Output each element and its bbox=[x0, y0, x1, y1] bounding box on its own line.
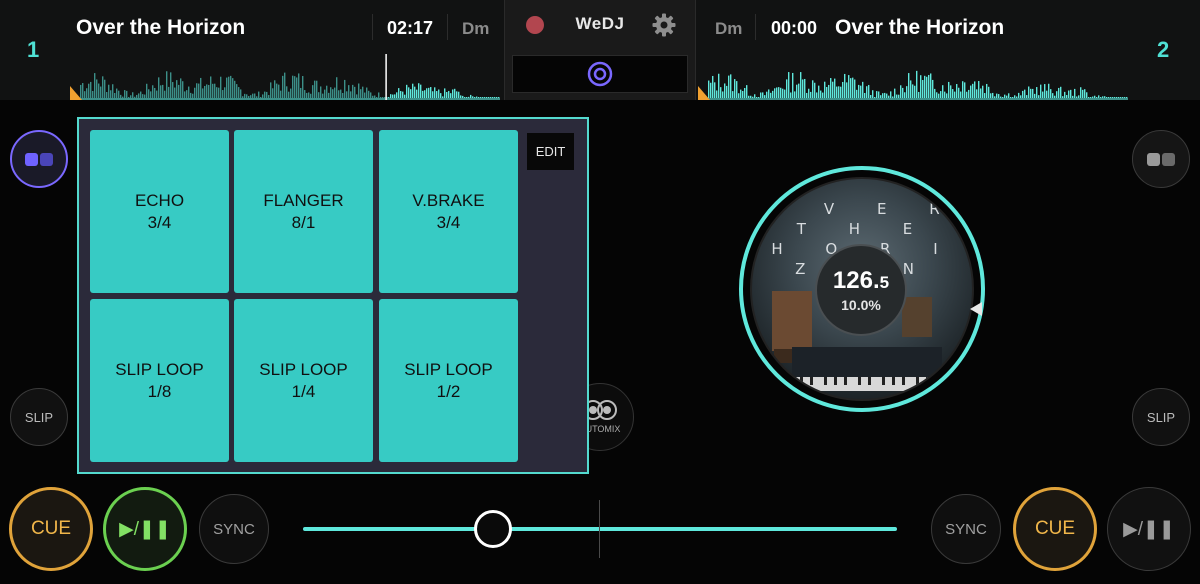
record-icon[interactable] bbox=[526, 16, 544, 34]
deck-b-bpm: 126.5 bbox=[832, 267, 890, 294]
deck-a-waveform[interactable] bbox=[70, 46, 502, 100]
crossfader-track[interactable] bbox=[303, 527, 897, 531]
deck-b-key: Dm bbox=[715, 19, 743, 38]
deck-b-position-marker bbox=[970, 302, 982, 316]
fx-pad[interactable]: ECHO 3/4 bbox=[90, 130, 229, 293]
fx-pad[interactable]: SLIP LOOP 1/8 bbox=[90, 299, 229, 462]
deck-b-cue-button[interactable]: CUE bbox=[1013, 487, 1097, 571]
deck-a-divider-2 bbox=[447, 14, 448, 40]
fx-squares-icon bbox=[1147, 152, 1160, 166]
crossfader-knob[interactable] bbox=[474, 510, 513, 548]
edit-button[interactable]: EDIT bbox=[527, 133, 574, 170]
deck-b-number: 2 bbox=[1157, 37, 1170, 62]
fx-pad-name: ECHO bbox=[134, 190, 185, 210]
fx-pad[interactable]: SLIP LOOP 1/2 bbox=[379, 299, 518, 462]
deck-a-track-title[interactable]: Over the Horizon bbox=[76, 16, 245, 40]
deck-b-track-title[interactable]: Over the Horizon bbox=[835, 16, 1004, 40]
gear-icon[interactable] bbox=[651, 12, 677, 38]
fx-pad-name: V.BRAKE bbox=[412, 190, 485, 210]
deck-a-sync-button[interactable]: SYNC bbox=[199, 494, 269, 564]
fx-pad-name: SLIP LOOP bbox=[115, 359, 204, 379]
deck-b-divider bbox=[755, 14, 756, 40]
deck-a-key: Dm bbox=[462, 19, 490, 38]
fx-pad-value: 8/1 bbox=[291, 212, 316, 232]
deck-a-cue-button[interactable]: CUE bbox=[9, 487, 93, 571]
deck-a-slip-button[interactable]: SLIP bbox=[10, 388, 68, 446]
fx-pad-value: 1/2 bbox=[436, 381, 461, 401]
deck-b-pitch: 10.0% bbox=[841, 297, 881, 313]
deck-a-time: 02:17 bbox=[387, 18, 434, 38]
fx-pad-value: 1/4 bbox=[291, 381, 316, 401]
deck-b-sync-button[interactable]: SYNC bbox=[931, 494, 1001, 564]
fx-squares-icon bbox=[25, 152, 38, 166]
app-logo: WeDJ bbox=[575, 14, 625, 33]
fx-pad-name: SLIP LOOP bbox=[404, 359, 493, 379]
fx-pad-value: 3/4 bbox=[147, 212, 172, 232]
deck-b-time: 00:00 bbox=[771, 18, 818, 38]
fx-pad[interactable]: FLANGER 8/1 bbox=[234, 130, 373, 293]
deck-a-fx-toggle[interactable] bbox=[10, 130, 68, 188]
deck-b-bpm-display[interactable]: 126.5 10.0% bbox=[815, 244, 907, 336]
deck-b-waveform[interactable] bbox=[698, 46, 1130, 100]
deck-a-divider bbox=[372, 14, 373, 40]
deck-b-fx-toggle[interactable] bbox=[1132, 130, 1190, 188]
crossfader-center-line bbox=[599, 500, 600, 558]
fx-squares-icon bbox=[40, 152, 53, 166]
fx-pad-name: FLANGER bbox=[263, 190, 344, 210]
fx-squares-icon bbox=[1162, 152, 1175, 166]
deck-b-play-pause-button[interactable]: ▶/❚❚ bbox=[1107, 487, 1191, 571]
fx-pad-name: SLIP LOOP bbox=[259, 359, 348, 379]
deck-a-number: 1 bbox=[27, 37, 40, 62]
fx-pad[interactable]: SLIP LOOP 1/4 bbox=[234, 299, 373, 462]
target-icon[interactable] bbox=[586, 60, 614, 88]
deck-b-slip-button[interactable]: SLIP bbox=[1132, 388, 1190, 446]
fx-pad-value: 1/8 bbox=[147, 381, 172, 401]
fx-pad-value: 3/4 bbox=[436, 212, 461, 232]
fx-pad[interactable]: V.BRAKE 3/4 bbox=[379, 130, 518, 293]
deck-a-play-pause-button[interactable]: ▶/❚❚ bbox=[103, 487, 187, 571]
